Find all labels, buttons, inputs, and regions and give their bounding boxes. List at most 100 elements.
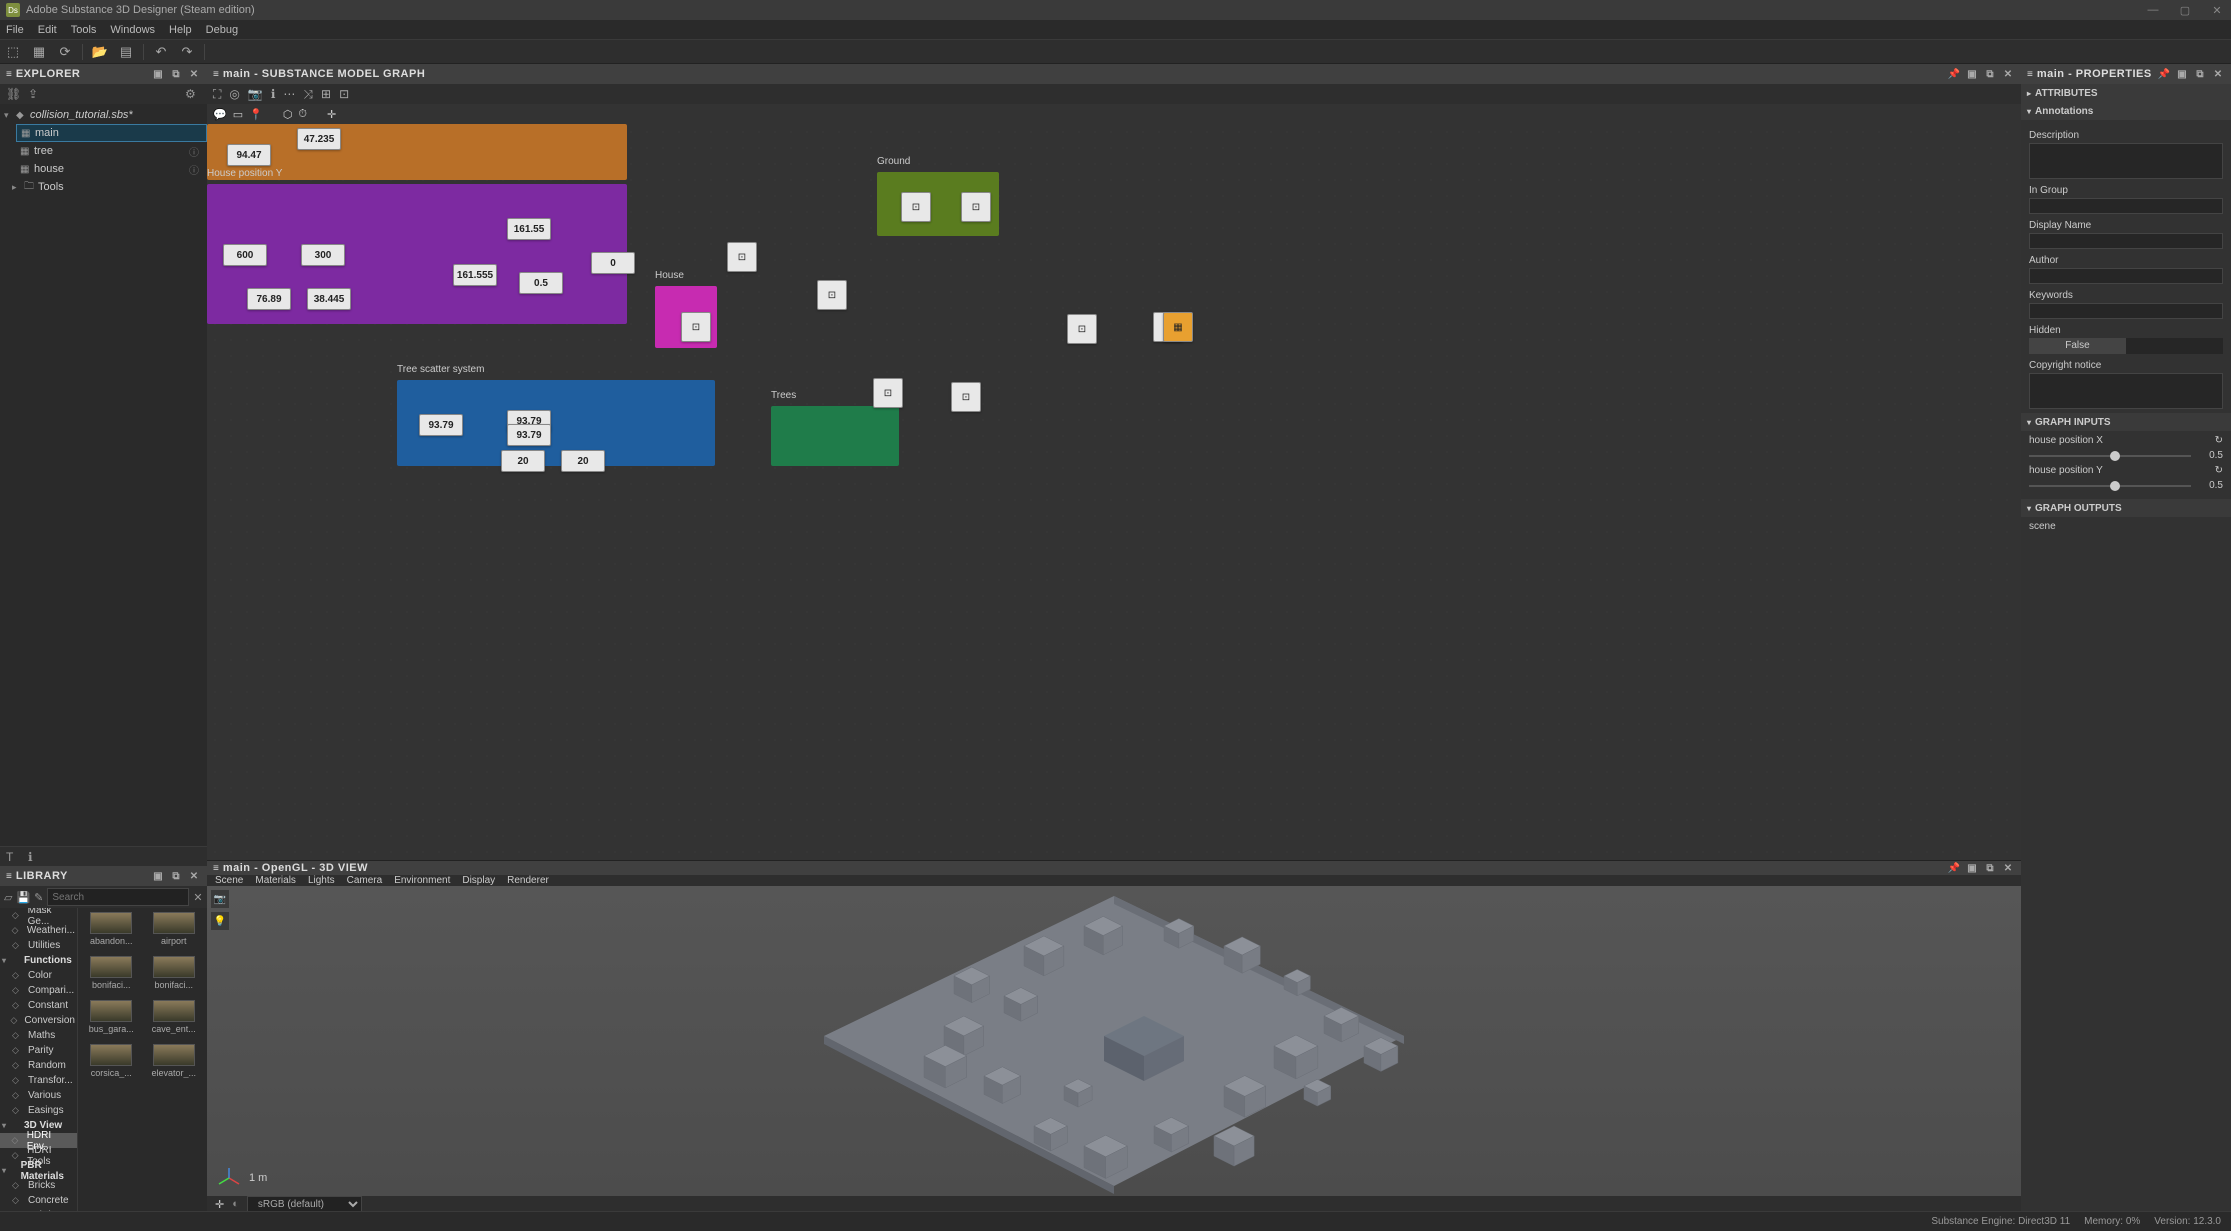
section-attributes[interactable]: ▸ ATTRIBUTES xyxy=(2021,84,2231,102)
library-tree-item[interactable]: ◇Conversion xyxy=(0,1013,77,1028)
graph-frame[interactable]: Trees xyxy=(771,406,899,466)
close-icon[interactable]: ✕ xyxy=(2001,861,2015,875)
library-tree-item[interactable]: ◇Constant xyxy=(0,998,77,1013)
library-tree-item[interactable]: ▾PBR Materials xyxy=(0,1163,77,1178)
undo-icon[interactable]: ↶ xyxy=(152,43,170,61)
library-tree-item[interactable]: ◇Compari... xyxy=(0,983,77,998)
popout-icon[interactable]: ⧉ xyxy=(169,67,183,81)
view-menu-scene[interactable]: Scene xyxy=(215,875,243,886)
library-tree[interactable]: ◇Mask Ge...◇Weatheri...◇Utilities▾Functi… xyxy=(0,908,78,1211)
hidden-toggle[interactable]: False xyxy=(2029,338,2223,354)
graph-value-node[interactable]: 47.235 xyxy=(297,128,341,150)
tool-icon[interactable]: T xyxy=(6,850,22,864)
view-menu-lights[interactable]: Lights xyxy=(308,875,335,886)
library-thumb[interactable]: bonifaci... xyxy=(145,956,204,998)
tree-item-tools[interactable]: ▸ 🗀 Tools xyxy=(8,178,207,196)
node-icon[interactable]: ⬡ xyxy=(283,108,293,121)
menu-debug[interactable]: Debug xyxy=(206,24,238,36)
library-thumb[interactable]: bus_gara... xyxy=(82,1000,141,1042)
graph-value-node[interactable]: 20 xyxy=(561,450,605,472)
timer-icon[interactable]: ⏱ xyxy=(298,108,307,121)
redo-icon[interactable]: ↷ xyxy=(178,43,196,61)
comment-icon[interactable]: 💬 xyxy=(213,108,227,121)
light-icon[interactable]: 💡 xyxy=(211,912,229,930)
popout-icon[interactable]: ⧉ xyxy=(169,869,183,883)
view-menu-materials[interactable]: Materials xyxy=(255,875,296,886)
save-icon[interactable]: ▤ xyxy=(117,43,135,61)
graph-value-node[interactable]: 94.47 xyxy=(227,144,271,166)
close-button[interactable]: ✕ xyxy=(2209,4,2225,17)
graph-output-node[interactable]: ▦ xyxy=(1163,312,1193,342)
menu-help[interactable]: Help xyxy=(169,24,192,36)
library-thumb[interactable]: corsica_... xyxy=(82,1044,141,1086)
filter-icon[interactable]: ▱ xyxy=(4,891,12,904)
tab-icon[interactable]: ▣ xyxy=(2175,67,2189,81)
clear-icon[interactable]: ✕ xyxy=(193,891,202,904)
pin-icon[interactable]: 📌 xyxy=(2157,67,2171,81)
section-graph-outputs[interactable]: ▾ GRAPH OUTPUTS xyxy=(2021,499,2231,517)
graph-node[interactable]: ⊡ xyxy=(873,378,903,408)
popout-icon[interactable]: ⧉ xyxy=(1983,67,1997,81)
graph-value-node[interactable]: 38.445 xyxy=(307,288,351,310)
popout-icon[interactable]: ⧉ xyxy=(2193,67,2207,81)
library-tree-item[interactable]: ◇Easings xyxy=(0,1103,77,1118)
graph-value-node[interactable]: 300 xyxy=(301,244,345,266)
copyright-field[interactable] xyxy=(2029,373,2223,409)
graph-node[interactable]: ⊡ xyxy=(1067,314,1097,344)
snap-icon[interactable]: ⊡ xyxy=(339,87,349,101)
frame-icon[interactable]: ▭ xyxy=(233,108,243,121)
hidden-true[interactable] xyxy=(2126,338,2223,354)
minimize-button[interactable]: — xyxy=(2145,4,2161,17)
library-thumb[interactable]: bonifaci... xyxy=(82,956,141,998)
color-icon[interactable]: ◐ xyxy=(232,1198,239,1210)
library-thumb[interactable]: airport xyxy=(145,912,204,954)
displayname-field[interactable] xyxy=(2029,233,2223,249)
menu-edit[interactable]: Edit xyxy=(38,24,57,36)
keywords-field[interactable] xyxy=(2029,303,2223,319)
view-menu-renderer[interactable]: Renderer xyxy=(507,875,549,886)
fit-icon[interactable]: ⛶ xyxy=(213,87,221,102)
graph-value-node[interactable]: 0.5 xyxy=(519,272,563,294)
library-tree-item[interactable]: ◇Color xyxy=(0,968,77,983)
library-tree-item[interactable]: ◇Random xyxy=(0,1058,77,1073)
library-tree-item[interactable]: ◇Parity xyxy=(0,1043,77,1058)
info-icon[interactable]: ⓘ xyxy=(189,162,203,177)
slider[interactable]: 0.5 xyxy=(2029,480,2223,491)
graph-node[interactable]: ⊡ xyxy=(901,192,931,222)
close-icon[interactable]: ✕ xyxy=(187,67,201,81)
library-tree-item[interactable]: ◇Various xyxy=(0,1088,77,1103)
gear-icon[interactable]: ⚙ xyxy=(185,87,201,101)
section-graph-inputs[interactable]: ▾ GRAPH INPUTS xyxy=(2021,413,2231,431)
search-input[interactable] xyxy=(47,888,189,906)
library-tree-item[interactable]: ◇Transfor... xyxy=(0,1073,77,1088)
graph-value-node[interactable]: 93.79 xyxy=(419,414,463,436)
graph-value-node[interactable]: 0 xyxy=(591,252,635,274)
pin-icon[interactable]: 📌 xyxy=(1947,67,1961,81)
view-menu-environment[interactable]: Environment xyxy=(394,875,450,886)
dots-icon[interactable]: ⋯ xyxy=(283,87,295,101)
grid-icon[interactable]: ▦ xyxy=(30,43,48,61)
graph-canvas[interactable]: House position YGroundHouseTree scatter … xyxy=(207,124,2021,860)
library-tree-item[interactable]: ◇Maths xyxy=(0,1028,77,1043)
info-icon[interactable]: ℹ xyxy=(271,87,276,101)
axis-icon[interactable]: ✛ xyxy=(215,1198,224,1211)
axis-icon[interactable]: ✛ xyxy=(327,108,336,121)
open-icon[interactable]: 📂 xyxy=(91,43,109,61)
maximize-button[interactable]: ▢ xyxy=(2177,4,2193,17)
ingroup-field[interactable] xyxy=(2029,198,2223,214)
tab-icon[interactable]: ▣ xyxy=(151,869,165,883)
slider[interactable]: 0.5 xyxy=(2029,450,2223,461)
colorspace-select[interactable]: sRGB (default) xyxy=(247,1196,362,1212)
close-icon[interactable]: ✕ xyxy=(187,869,201,883)
library-tree-item[interactable]: ◇Concrete xyxy=(0,1193,77,1208)
refresh-icon[interactable]: ⟳ xyxy=(56,43,74,61)
reset-icon[interactable]: ↻ xyxy=(2215,435,2223,446)
pin-icon[interactable]: 📌 xyxy=(1947,861,1961,875)
graph-value-node[interactable]: 76.89 xyxy=(247,288,291,310)
camera-icon[interactable]: 📷 xyxy=(211,890,229,908)
shuffle-icon[interactable]: ⤨ xyxy=(303,87,313,102)
description-field[interactable] xyxy=(2029,143,2223,179)
library-tree-item[interactable]: ◇Utilities xyxy=(0,938,77,953)
library-thumbs[interactable]: abandon...airportbonifaci...bonifaci...b… xyxy=(78,908,207,1211)
grid-icon[interactable]: ⊞ xyxy=(321,87,331,101)
